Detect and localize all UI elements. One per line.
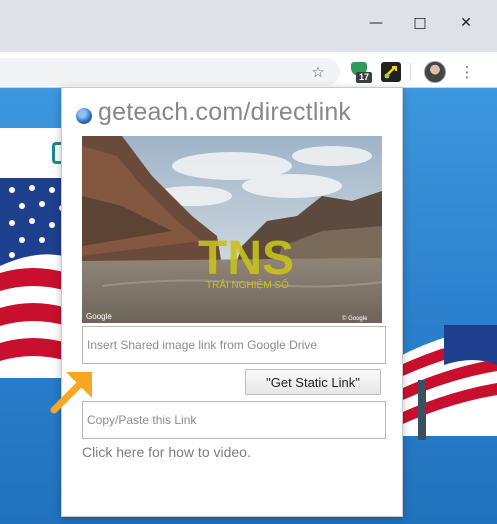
flag-pole: [418, 380, 426, 440]
watermark-tagline: TRẢI NGHIỆM SỐ: [206, 277, 289, 291]
address-bar[interactable]: [0, 58, 340, 86]
image-preview: TNS TRẢI NGHIỆM SỐ Google © Google: [82, 136, 382, 323]
google-copyright: © Google: [342, 315, 368, 322]
get-static-link-button[interactable]: "Get Static Link": [245, 369, 381, 395]
minimize-icon[interactable]: —: [365, 12, 387, 34]
star-icon[interactable]: ☆: [308, 62, 328, 82]
maximize-icon[interactable]: □: [409, 12, 431, 34]
link-extension-icon[interactable]: [381, 62, 401, 82]
kebab-menu-icon[interactable]: ⋮: [457, 62, 477, 82]
globe-icon: [76, 108, 92, 124]
toolbar-separator: [410, 63, 411, 81]
google-attribution: Google: [86, 312, 112, 321]
howto-video-link[interactable]: Click here for how to video.: [82, 444, 251, 460]
popup-title: geteach.com/directlink: [98, 98, 352, 126]
extension-badge: 17: [356, 72, 372, 83]
close-icon[interactable]: ✕: [455, 12, 477, 34]
watermark-logo: TNS: [198, 232, 294, 285]
tab-strip[interactable]: [0, 12, 340, 52]
shared-link-input[interactable]: [82, 326, 386, 364]
directlink-popup: geteach.com/directlink TNS TRẢI NGHIỆM S…: [61, 87, 403, 517]
pointer-arrow-icon: [50, 372, 92, 414]
avatar[interactable]: [424, 61, 446, 83]
static-link-output[interactable]: [82, 401, 386, 439]
